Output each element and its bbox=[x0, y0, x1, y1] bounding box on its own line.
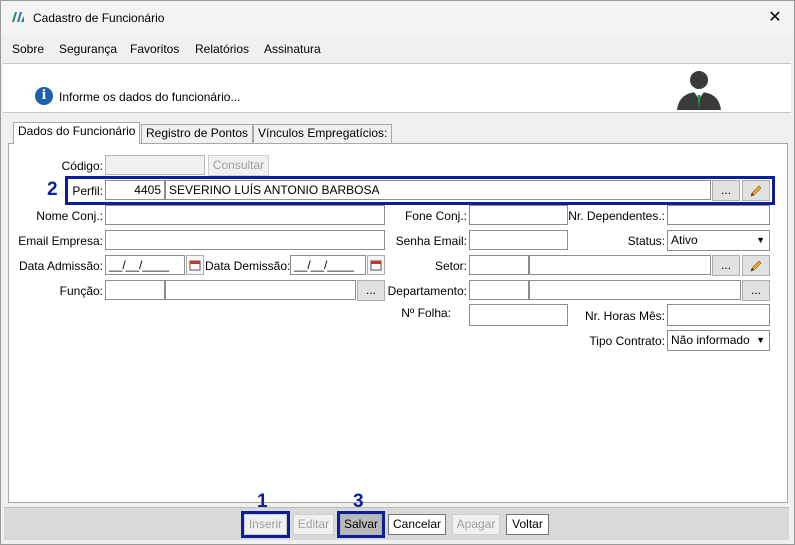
codigo-label: Código: bbox=[61, 159, 103, 173]
n-folha-input[interactable] bbox=[469, 304, 568, 326]
data-admissao-label: Data Admissão: bbox=[18, 259, 103, 273]
application-window: Cadastro de Funcionário ✕ Sobre Seguranç… bbox=[0, 0, 795, 545]
app-logo-icon bbox=[12, 12, 24, 22]
status-select[interactable]: Ativo ▼ bbox=[667, 230, 770, 251]
setor-label: Setor: bbox=[434, 259, 467, 273]
status-value: Ativo bbox=[671, 233, 698, 247]
departamento-label: Departamento: bbox=[387, 284, 467, 298]
setor-search-button[interactable]: ... bbox=[712, 255, 740, 276]
apagar-button[interactable]: Apagar bbox=[452, 514, 500, 535]
senha-email-label: Senha Email: bbox=[395, 234, 467, 248]
nr-horas-mes-input[interactable] bbox=[667, 304, 770, 326]
status-label: Status: bbox=[627, 234, 665, 248]
tipo-contrato-select[interactable]: Não informado ▼ bbox=[667, 330, 770, 351]
nome-conj-label: Nome Conj.: bbox=[36, 209, 103, 223]
menu-assinatura[interactable]: Assinatura bbox=[264, 42, 321, 56]
data-demissao-calendar-button[interactable] bbox=[367, 255, 385, 275]
departamento-code-input[interactable] bbox=[469, 280, 529, 300]
funcao-search-button[interactable]: ... bbox=[357, 280, 385, 301]
data-admissao-input[interactable]: __/__/____ bbox=[105, 255, 185, 275]
setor-code-input[interactable] bbox=[469, 255, 529, 275]
editar-button[interactable]: Editar bbox=[293, 514, 334, 535]
setor-name-input[interactable] bbox=[529, 255, 711, 275]
senha-email-input[interactable] bbox=[469, 230, 568, 250]
tipo-contrato-label: Tipo Contrato: bbox=[589, 334, 665, 348]
chevron-down-icon: ▼ bbox=[756, 235, 765, 245]
annotation-number-3: 3 bbox=[353, 491, 364, 512]
funcao-label: Função: bbox=[59, 284, 103, 298]
menu-bar: Sobre Segurança Favoritos Relatórios Ass… bbox=[1, 39, 794, 61]
nr-dependentes-label: Nr. Dependentes.: bbox=[568, 209, 665, 223]
info-icon: i bbox=[35, 87, 53, 105]
chevron-down-icon: ▼ bbox=[756, 335, 765, 345]
pencil-icon bbox=[750, 260, 762, 272]
menu-relatorios[interactable]: Relatórios bbox=[195, 42, 249, 56]
fone-conj-label: Fone Conj.: bbox=[404, 209, 467, 223]
departamento-search-button[interactable]: ... bbox=[742, 280, 770, 301]
tab-vinculos-empregaticios[interactable]: Vínculos Empregatícios: bbox=[253, 124, 393, 143]
title-bar: Cadastro de Funcionário ✕ bbox=[1, 1, 794, 35]
email-empresa-label: Email Empresa: bbox=[18, 234, 103, 248]
data-admissao-calendar-button[interactable] bbox=[186, 255, 204, 275]
funcao-name-input[interactable] bbox=[165, 280, 356, 300]
cancelar-button[interactable]: Cancelar bbox=[388, 514, 446, 535]
calendar-icon bbox=[370, 260, 382, 271]
funcao-code-input[interactable] bbox=[105, 280, 165, 300]
annotation-number-2: 2 bbox=[47, 179, 58, 200]
setor-edit-button[interactable] bbox=[742, 255, 770, 276]
menu-seguranca[interactable]: Segurança bbox=[59, 42, 117, 56]
window-title: Cadastro de Funcionário bbox=[33, 11, 165, 25]
tipo-contrato-value: Não informado bbox=[671, 333, 750, 347]
tab-dados-funcionario[interactable]: Dados do Funcionário bbox=[13, 122, 141, 144]
calendar-icon bbox=[189, 260, 201, 271]
employee-avatar-icon bbox=[677, 71, 721, 110]
menu-sobre[interactable]: Sobre bbox=[12, 42, 44, 56]
close-icon[interactable]: ✕ bbox=[764, 7, 786, 29]
header-panel: i Informe os dados do funcionário... bbox=[3, 63, 791, 113]
tab-registro-pontos[interactable]: Registro de Pontos bbox=[141, 124, 254, 143]
header-message: Informe os dados do funcionário... bbox=[59, 90, 241, 104]
voltar-button[interactable]: Voltar bbox=[506, 514, 549, 535]
annotation-highlight-inserir bbox=[241, 511, 290, 538]
annotation-highlight-salvar bbox=[337, 511, 385, 538]
n-folha-label: Nº Folha: bbox=[401, 306, 451, 320]
email-empresa-input[interactable] bbox=[105, 230, 385, 250]
nome-conj-input[interactable] bbox=[105, 205, 385, 225]
nr-horas-mes-label: Nr. Horas Mês: bbox=[584, 309, 665, 323]
codigo-input[interactable] bbox=[105, 155, 205, 175]
menu-favoritos[interactable]: Favoritos bbox=[130, 42, 179, 56]
annotation-number-1: 1 bbox=[257, 491, 268, 512]
nr-dependentes-input[interactable] bbox=[667, 205, 770, 225]
data-demissao-input[interactable]: __/__/____ bbox=[290, 255, 366, 275]
data-demissao-label: Data Demissão: bbox=[205, 259, 291, 273]
annotation-highlight-perfil bbox=[65, 176, 775, 205]
consultar-button[interactable]: Consultar bbox=[208, 155, 269, 176]
departamento-name-input[interactable] bbox=[529, 280, 741, 300]
fone-conj-input[interactable] bbox=[469, 205, 568, 225]
